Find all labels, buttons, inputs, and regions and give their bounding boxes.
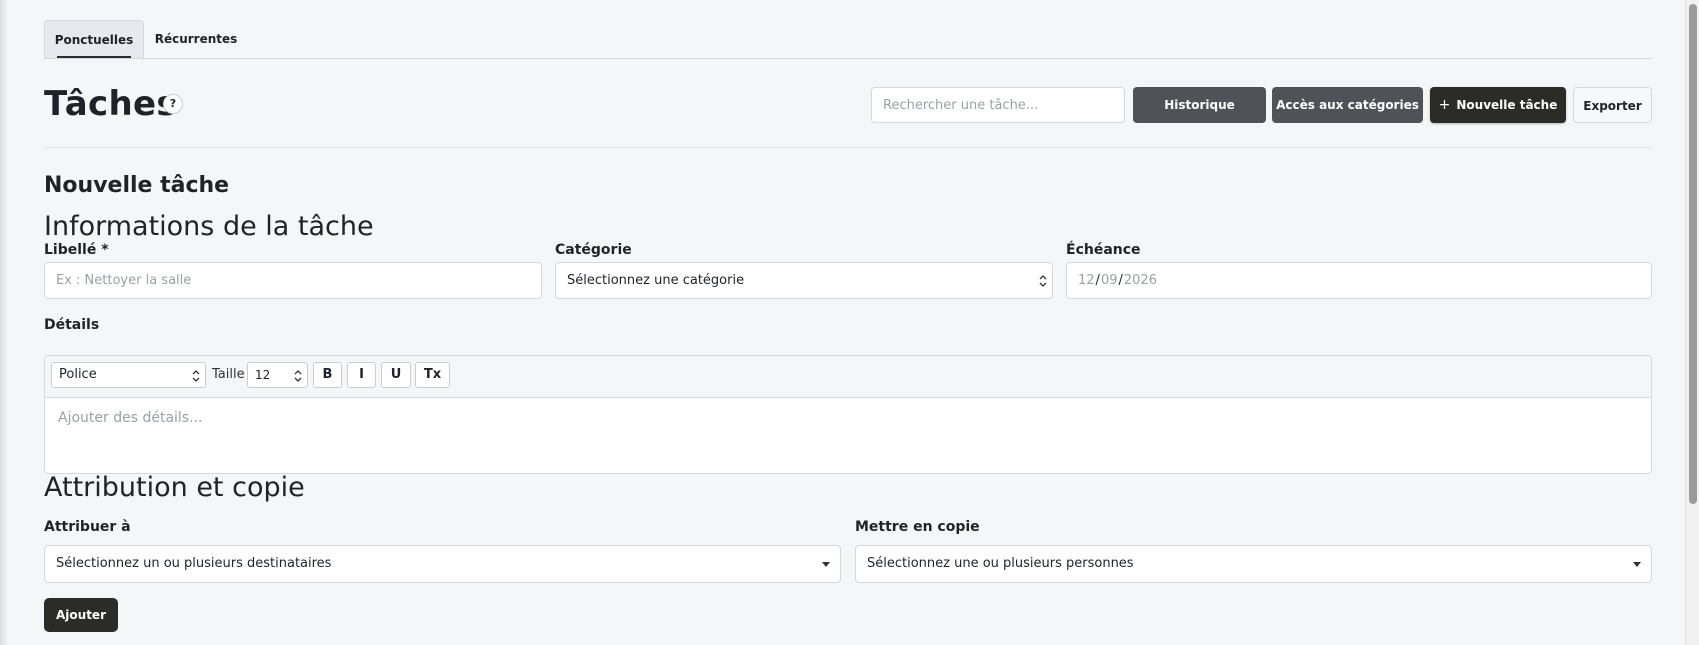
- categorie-label: Catégorie: [555, 242, 632, 258]
- copie-select[interactable]: Sélectionnez une ou plusieurs personnes: [855, 545, 1652, 583]
- scrollbar-thumb[interactable]: [1689, 4, 1697, 504]
- task-tabs: Ponctuelles Récurrentes: [44, 20, 1652, 59]
- libelle-label: Libellé *: [44, 242, 109, 258]
- editor-toolbar: Police Taille 12 B I U Tx: [45, 356, 1651, 398]
- attribuer-select-value: Sélectionnez un ou plusieurs destinatair…: [56, 556, 332, 571]
- caret-down-icon: [1633, 562, 1641, 567]
- section-attr-heading: Attribution et copie: [44, 472, 305, 503]
- tab-recurrentes[interactable]: Récurrentes: [146, 20, 246, 58]
- select-arrows-icon: [1039, 275, 1047, 287]
- details-textarea[interactable]: Ajouter des détails...: [58, 410, 202, 426]
- copie-select-value: Sélectionnez une ou plusieurs personnes: [867, 556, 1134, 571]
- details-editor: Police Taille 12 B I U Tx Ajouter des dé…: [44, 355, 1652, 474]
- underline-button[interactable]: U: [381, 362, 411, 388]
- section-info-heading: Informations de la tâche: [44, 211, 374, 242]
- select-arrows-icon: [192, 370, 200, 382]
- tab-ponctuelles[interactable]: Ponctuelles: [44, 20, 144, 58]
- plus-icon: +: [1438, 97, 1451, 113]
- header-divider: [44, 147, 1652, 148]
- bold-button[interactable]: B: [313, 362, 342, 388]
- size-label: Taille: [212, 367, 245, 382]
- form-heading: Nouvelle tâche: [44, 173, 230, 198]
- echeance-label: Échéance: [1066, 242, 1141, 258]
- select-arrows-icon: [294, 370, 302, 382]
- libelle-input[interactable]: Ex : Nettoyer la salle: [44, 262, 542, 299]
- new-task-button[interactable]: + Nouvelle tâche: [1430, 87, 1566, 123]
- categorie-select[interactable]: Sélectionnez une catégorie: [555, 262, 1053, 299]
- page-title: Tâches: [44, 84, 177, 124]
- categories-button[interactable]: Accès aux catégories: [1272, 87, 1423, 123]
- page-scrollbar[interactable]: [1685, 0, 1699, 645]
- search-input[interactable]: [871, 87, 1125, 123]
- details-label: Détails: [44, 317, 100, 333]
- clear-format-button[interactable]: Tx: [415, 362, 450, 388]
- date-year: 2026: [1123, 273, 1157, 288]
- size-select-value: 12: [255, 368, 271, 382]
- italic-button[interactable]: I: [347, 362, 376, 388]
- font-select[interactable]: Police: [51, 362, 206, 388]
- font-select-value: Police: [59, 367, 97, 382]
- echeance-date-input[interactable]: 12/09/2026: [1066, 262, 1652, 299]
- copie-label: Mettre en copie: [855, 519, 980, 535]
- new-task-label: Nouvelle tâche: [1456, 98, 1558, 112]
- history-button[interactable]: Historique: [1133, 87, 1266, 123]
- caret-down-icon: [822, 562, 830, 567]
- date-day: 12: [1078, 273, 1095, 288]
- main-content: Ponctuelles Récurrentes Tâches ? Histori…: [44, 0, 1652, 645]
- add-button[interactable]: Ajouter: [44, 598, 118, 632]
- categorie-select-value: Sélectionnez une catégorie: [567, 273, 745, 288]
- size-select[interactable]: 12: [247, 362, 308, 388]
- attribuer-label: Attribuer à: [44, 519, 131, 535]
- help-icon[interactable]: ?: [163, 94, 183, 114]
- page-edge-shadow: [0, 0, 8, 645]
- export-button[interactable]: Exporter: [1573, 87, 1652, 123]
- attribuer-select[interactable]: Sélectionnez un ou plusieurs destinatair…: [44, 545, 841, 583]
- date-month: 09: [1100, 273, 1118, 288]
